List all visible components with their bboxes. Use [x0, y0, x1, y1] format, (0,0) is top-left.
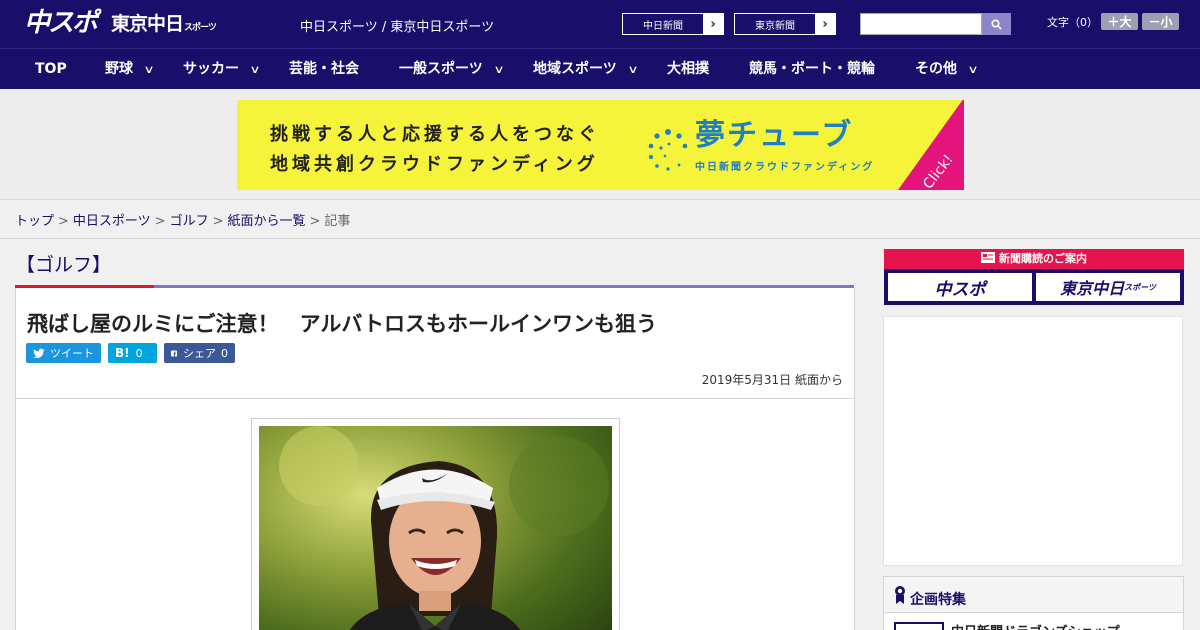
chevron-down-icon: ∨ — [493, 63, 505, 76]
subscription-heading: 新聞購読のご案内 — [884, 249, 1184, 269]
site-title: 中日スポーツ / 東京中日スポーツ — [300, 20, 495, 35]
subscription-box[interactable]: 新聞購読のご案内 中スポ 東京中日 スポーツ — [884, 249, 1184, 305]
top-bar: 中スポ 東京中日スポーツ 中日スポーツ / 東京中日スポーツ 中日新聞 › 東京… — [0, 0, 1200, 48]
nav-label: 野球 — [105, 61, 133, 77]
twitter-bird-icon — [33, 348, 45, 358]
hatena-bookmark-button[interactable]: B! 0 — [108, 343, 157, 363]
tokyo-shimbun-link[interactable]: 東京新聞 › — [734, 13, 836, 35]
nav-label: 競馬・ボート・競輪 — [749, 61, 875, 77]
font-smaller-button[interactable]: －小 — [1142, 13, 1179, 30]
nav-item-local-sports[interactable]: 地域スポーツ ∨ — [533, 49, 639, 90]
facebook-icon — [171, 350, 177, 356]
facebook-share-count: 0 — [221, 346, 228, 360]
nav-label: 芸能・社会 — [289, 61, 359, 77]
banner-brand-sub: 中日新聞クラウドファンディング — [695, 162, 875, 173]
nav-item-racing[interactable]: 競馬・ボート・競輪 — [749, 49, 875, 90]
ribbon-icon — [895, 586, 905, 604]
hatena-icon: B! — [115, 346, 130, 360]
nav-label: 大相撲 — [667, 61, 709, 77]
feature-box: 企画特集 中日新聞ドラゴンズショップ — [883, 576, 1184, 630]
chunichi-shimbun-label: 中日新聞 — [643, 20, 683, 32]
font-size-label: 文字（0） — [1047, 16, 1098, 29]
newspaper-icon — [981, 252, 995, 263]
article-card: 飛ばし屋のルミにご注意！ アルバトロスもホールインワンも狙う ツイート B! 0… — [15, 288, 855, 630]
breadcrumb-current: 記事 — [324, 214, 351, 229]
category-heading: 【ゴルフ】 — [16, 254, 112, 276]
breadcrumb-golf[interactable]: ゴルフ — [170, 214, 209, 229]
chevron-down-icon: ∨ — [143, 63, 155, 76]
hatena-count: 0 — [135, 346, 143, 360]
banner-line-2: 地域共創クラウドファンディング — [270, 154, 599, 175]
chevron-down-icon: ∨ — [627, 63, 639, 76]
nav-item-soccer[interactable]: サッカー ∨ — [183, 49, 261, 90]
breadcrumb: トップ > 中日スポーツ > ゴルフ > 紙面から一覧 > 記事 — [15, 210, 350, 229]
chevron-right-icon: › — [815, 14, 835, 34]
breadcrumb-separator: > — [212, 214, 224, 229]
tokyo-logo-text: 東京中日 — [111, 13, 184, 35]
tokyo-shimbun-label: 東京新聞 — [755, 20, 795, 32]
font-bigger-button[interactable]: ＋大 — [1101, 13, 1138, 30]
dragons-shop-thumbnail[interactable] — [894, 622, 944, 630]
nav-item-entertainment[interactable]: 芸能・社会 — [289, 49, 359, 90]
subscribe-chuspo-logo[interactable]: 中スポ — [888, 273, 1032, 301]
subscribe-tokyo-small: スポーツ — [1124, 282, 1156, 292]
subscribe-tokyo-logo[interactable]: 東京中日 スポーツ — [1036, 273, 1180, 301]
banner-area: 挑戦する人と応援する人をつなぐ 地域共創クラウドファンディング 夢チューブ 中日… — [0, 89, 1200, 200]
article-title: 飛ばし屋のルミにご注意！ アルバトロスもホールインワンも狙う — [27, 312, 657, 336]
breadcrumb-separator: > — [58, 214, 69, 229]
search-icon — [991, 18, 1002, 30]
breadcrumb-divider — [0, 238, 1200, 239]
facebook-share-label: シェア — [183, 347, 216, 360]
breadcrumb-separator: > — [309, 214, 321, 229]
subscription-heading-text: 新聞購読のご案内 — [999, 252, 1087, 265]
article-photo[interactable] — [259, 426, 612, 630]
chuspo-logo[interactable]: 中スポ — [24, 6, 98, 40]
tweet-button[interactable]: ツイート — [26, 343, 101, 363]
subscribe-tokyo-text: 東京中日 — [1060, 279, 1125, 298]
feature-item-dragons-shop[interactable]: 中日新聞ドラゴンズショップ — [951, 621, 1120, 630]
nav-item-general-sports[interactable]: 一般スポーツ ∨ — [399, 49, 505, 90]
feature-title: 企画特集 — [910, 592, 966, 608]
breadcrumb-top[interactable]: トップ — [15, 214, 54, 229]
tokyo-chunichi-logo[interactable]: 東京中日スポーツ — [111, 11, 217, 41]
article-divider — [16, 398, 854, 399]
chunichi-shimbun-link[interactable]: 中日新聞 › — [622, 13, 724, 35]
facebook-share-button[interactable]: シェア 0 — [164, 343, 235, 363]
banner-brand: 夢チューブ — [695, 118, 854, 153]
chevron-right-icon: › — [703, 14, 723, 34]
nav-item-baseball[interactable]: 野球 ∨ — [105, 49, 155, 90]
nav-label: その他 — [915, 61, 957, 77]
chevron-down-icon: ∨ — [249, 63, 261, 76]
search-input[interactable] — [860, 13, 982, 35]
banner-line-1: 挑戦する人と応援する人をつなぐ — [270, 124, 600, 145]
main-nav: TOP 野球 ∨ サッカー ∨ 芸能・社会 一般スポーツ ∨ 地域スポーツ ∨ 大相撲 … — [0, 48, 1200, 89]
nav-item-other[interactable]: その他 ∨ — [915, 49, 979, 90]
breadcrumb-separator: > — [154, 214, 166, 229]
golfer-photo-illustration — [259, 426, 612, 630]
tweet-label: ツイート — [50, 347, 94, 360]
breadcrumb-chunichi-sports[interactable]: 中日スポーツ — [73, 214, 151, 229]
nav-item-top[interactable]: TOP — [35, 49, 67, 90]
article-date: 2019年5月31日 紙面から — [701, 373, 843, 387]
yume-tube-logo-icon — [648, 129, 688, 171]
nav-label: TOP — [35, 61, 67, 77]
tokyo-logo-small: スポーツ — [184, 23, 217, 33]
nav-item-sumo[interactable]: 大相撲 — [667, 49, 709, 90]
nav-label: 地域スポーツ — [533, 61, 617, 77]
article-photo-frame — [251, 418, 620, 630]
nav-label: サッカー — [183, 61, 239, 77]
breadcrumb-paper-list[interactable]: 紙面から一覧 — [228, 214, 306, 229]
crowdfunding-banner[interactable]: 挑戦する人と応援する人をつなぐ 地域共創クラウドファンディング 夢チューブ 中日… — [237, 100, 964, 190]
feature-header: 企画特集 — [884, 577, 1183, 613]
ad-slot[interactable] — [883, 316, 1183, 566]
search-button[interactable] — [982, 13, 1011, 35]
nav-label: 一般スポーツ — [399, 61, 483, 77]
chevron-down-icon: ∨ — [967, 63, 979, 76]
